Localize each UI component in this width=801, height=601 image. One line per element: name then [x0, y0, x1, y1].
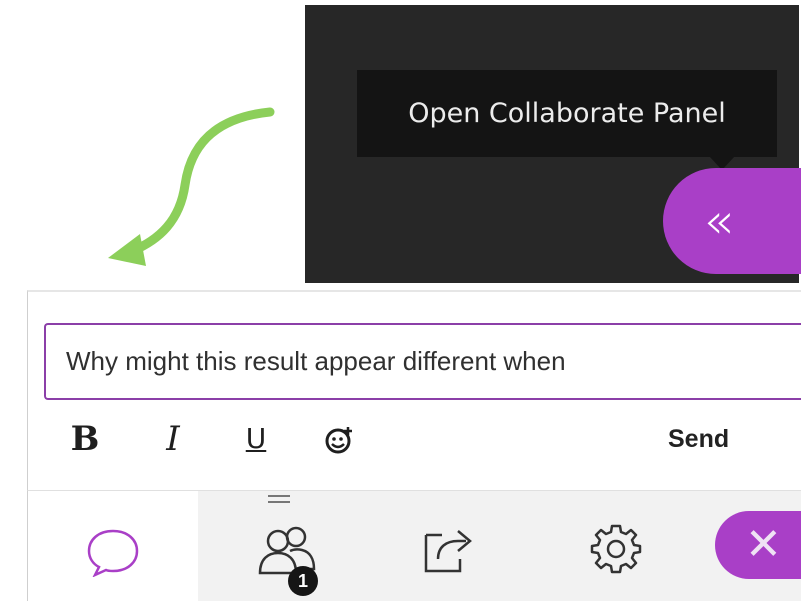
collaborate-panel-collapsed: Open Collaborate Panel «	[305, 5, 801, 283]
chat-composer: B I U Send	[27, 290, 801, 492]
hint-arrow-icon	[108, 107, 275, 266]
open-collaborate-panel-button[interactable]: «	[663, 168, 801, 274]
close-panel-button[interactable]: ✕	[715, 511, 801, 579]
drag-handle[interactable]	[268, 495, 290, 503]
tab-share-content[interactable]	[418, 521, 478, 581]
share-content-icon	[424, 530, 472, 573]
tab-chat[interactable]	[28, 491, 198, 601]
chat-bubble-icon	[87, 529, 139, 577]
double-chevron-left-icon: «	[703, 192, 734, 250]
emoji-plus-icon	[325, 426, 352, 453]
tooltip: Open Collaborate Panel	[357, 70, 777, 157]
close-icon: ✕	[745, 519, 782, 570]
emoji-button[interactable]	[314, 414, 364, 464]
send-button[interactable]: Send	[668, 419, 729, 459]
message-input[interactable]	[44, 323, 801, 400]
bottom-toolbar: 1 ✕	[27, 490, 801, 601]
bold-button[interactable]: B	[60, 414, 110, 464]
tab-settings[interactable]	[588, 521, 648, 581]
underline-button[interactable]: U	[231, 414, 281, 464]
participant-count-badge: 1	[288, 566, 318, 596]
gear-icon	[590, 524, 642, 574]
italic-button[interactable]: I	[148, 414, 198, 464]
